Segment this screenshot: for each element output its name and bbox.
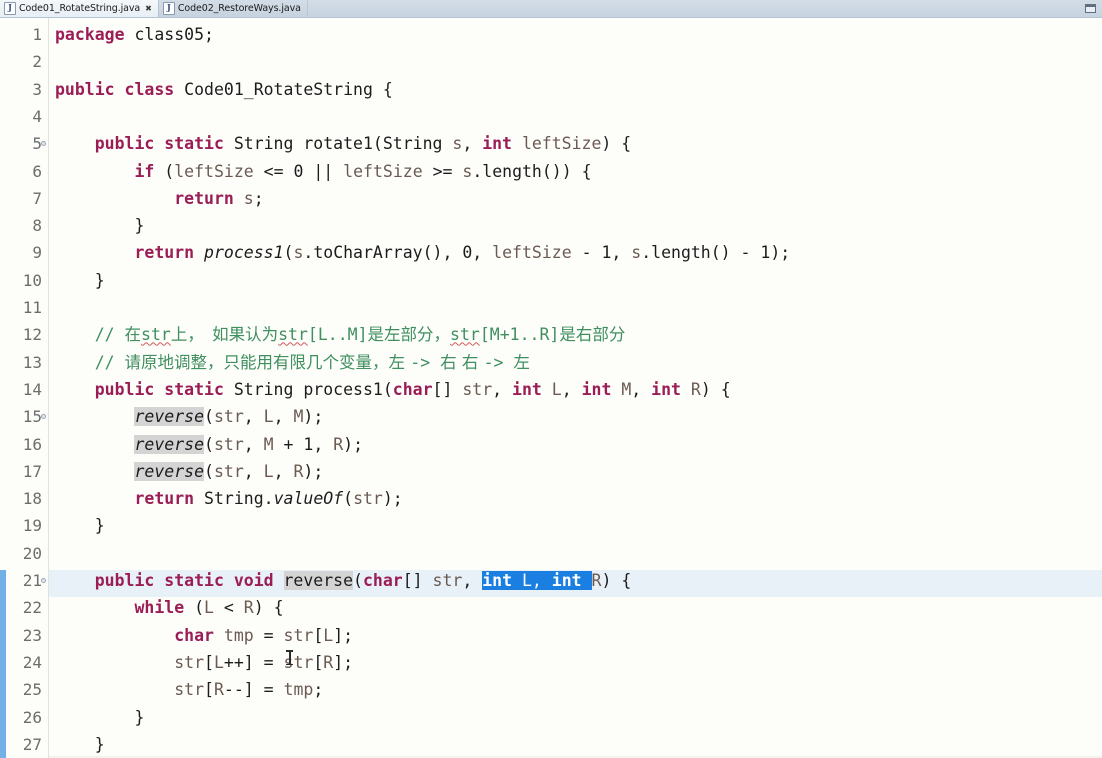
code-line-16: reverse(str, M + 1, R); (134, 434, 364, 454)
folding-marker-icon[interactable] (41, 414, 46, 419)
line-number: 13 (22, 352, 42, 372)
line-number: 17 (22, 461, 42, 481)
java-file-icon (162, 2, 175, 15)
text-selection: int L, int (482, 571, 592, 590)
line-number: 20 (22, 543, 42, 563)
line-number: 18 (22, 489, 42, 509)
line-number: 9 (32, 243, 42, 263)
line-number: 6 (32, 161, 42, 181)
code-line-19: } (55, 516, 105, 536)
code-line-8: } (55, 216, 145, 236)
code-line-1: package class05; (55, 25, 214, 44)
code-line-24: str[L++] = str[R]; (174, 652, 354, 672)
code-line-18: return String.valueOf(str); (134, 489, 403, 509)
code-line-25: str[R--] = tmp; (174, 680, 324, 700)
code-text-surface[interactable]: package class05; public class Code01_Rot… (49, 18, 1102, 758)
code-line-6: if (leftSize <= 0 || leftSize >= s.lengt… (134, 161, 592, 181)
line-number: 15 (22, 407, 42, 427)
tab-label: Code02_RestoreWays.java (177, 3, 301, 14)
code-line-17: reverse(str, L, R); (134, 461, 324, 481)
line-number: 22 (22, 598, 42, 618)
line-number-gutter[interactable]: 1 2 3 4 5 6 7 8 9 10 11 12 13 14 15 16 1… (0, 18, 49, 758)
code-line-12: // 在str上， 如果认为str[L..M]是左部分，str[M+1..R]是… (55, 325, 626, 345)
line-number: 27 (22, 734, 42, 754)
restore-window-icon[interactable] (1085, 4, 1096, 13)
line-number: 2 (32, 52, 42, 72)
line-number: 4 (32, 106, 42, 126)
line-number: 12 (22, 325, 42, 345)
line-number: 16 (22, 434, 42, 454)
line-number: 7 (32, 188, 42, 208)
code-editor[interactable]: 1 2 3 4 5 6 7 8 9 10 11 12 13 14 15 16 1… (0, 18, 1102, 758)
line-number: 10 (22, 270, 42, 290)
code-line-3: public class Code01_RotateString { (55, 79, 393, 99)
folding-marker-icon[interactable] (41, 578, 46, 583)
code-line-15: reverse(str, L, M); (134, 407, 324, 427)
editor-tab-bar: Code01_RotateString.java ✖ Code02_Restor… (0, 0, 1102, 18)
line-number: 3 (32, 79, 42, 99)
code-line-22: while (L < R) { (134, 598, 284, 618)
code-line-13: // 请原地调整，只能用有限几个变量，左 -> 右 右 -> 左 (55, 352, 530, 372)
tab-code01-rotatestring[interactable]: Code01_RotateString.java ✖ (0, 0, 159, 17)
code-line-21: public static void reverse(char[] str, i… (94, 571, 632, 590)
line-number: 5 (32, 134, 42, 154)
line-number: 19 (22, 516, 42, 536)
line-number: 1 (32, 25, 42, 44)
close-icon[interactable]: ✖ (145, 0, 152, 17)
line-number: 23 (22, 625, 42, 645)
code-line-10: } (55, 270, 105, 290)
ide-window: Code01_RotateString.java ✖ Code02_Restor… (0, 0, 1102, 758)
code-line-9: return process1(s.toCharArray(), 0, left… (134, 243, 791, 263)
change-marker-bar (0, 570, 6, 758)
line-number: 8 (32, 216, 42, 236)
code-line-5: public static String rotate1(String s, i… (94, 134, 632, 154)
code-line-26: } (55, 707, 145, 727)
line-number: 24 (22, 652, 42, 672)
line-number: 11 (22, 298, 42, 317)
tab-label: Code01_RotateString.java (19, 3, 141, 14)
line-number: 26 (22, 707, 42, 727)
line-number: 21 (22, 571, 42, 590)
code-line-14: public static String process1(char[] str… (94, 379, 731, 399)
java-file-icon (4, 2, 16, 15)
code-line-7: return s; (174, 188, 264, 208)
folding-marker-icon[interactable] (41, 141, 46, 146)
tab-code02-restoreways[interactable]: Code02_RestoreWays.java (159, 0, 308, 17)
line-number: 14 (22, 379, 42, 399)
code-line-23: char tmp = str[L]; (174, 625, 354, 645)
code-line-27: } (55, 734, 105, 754)
line-number: 25 (22, 680, 42, 700)
